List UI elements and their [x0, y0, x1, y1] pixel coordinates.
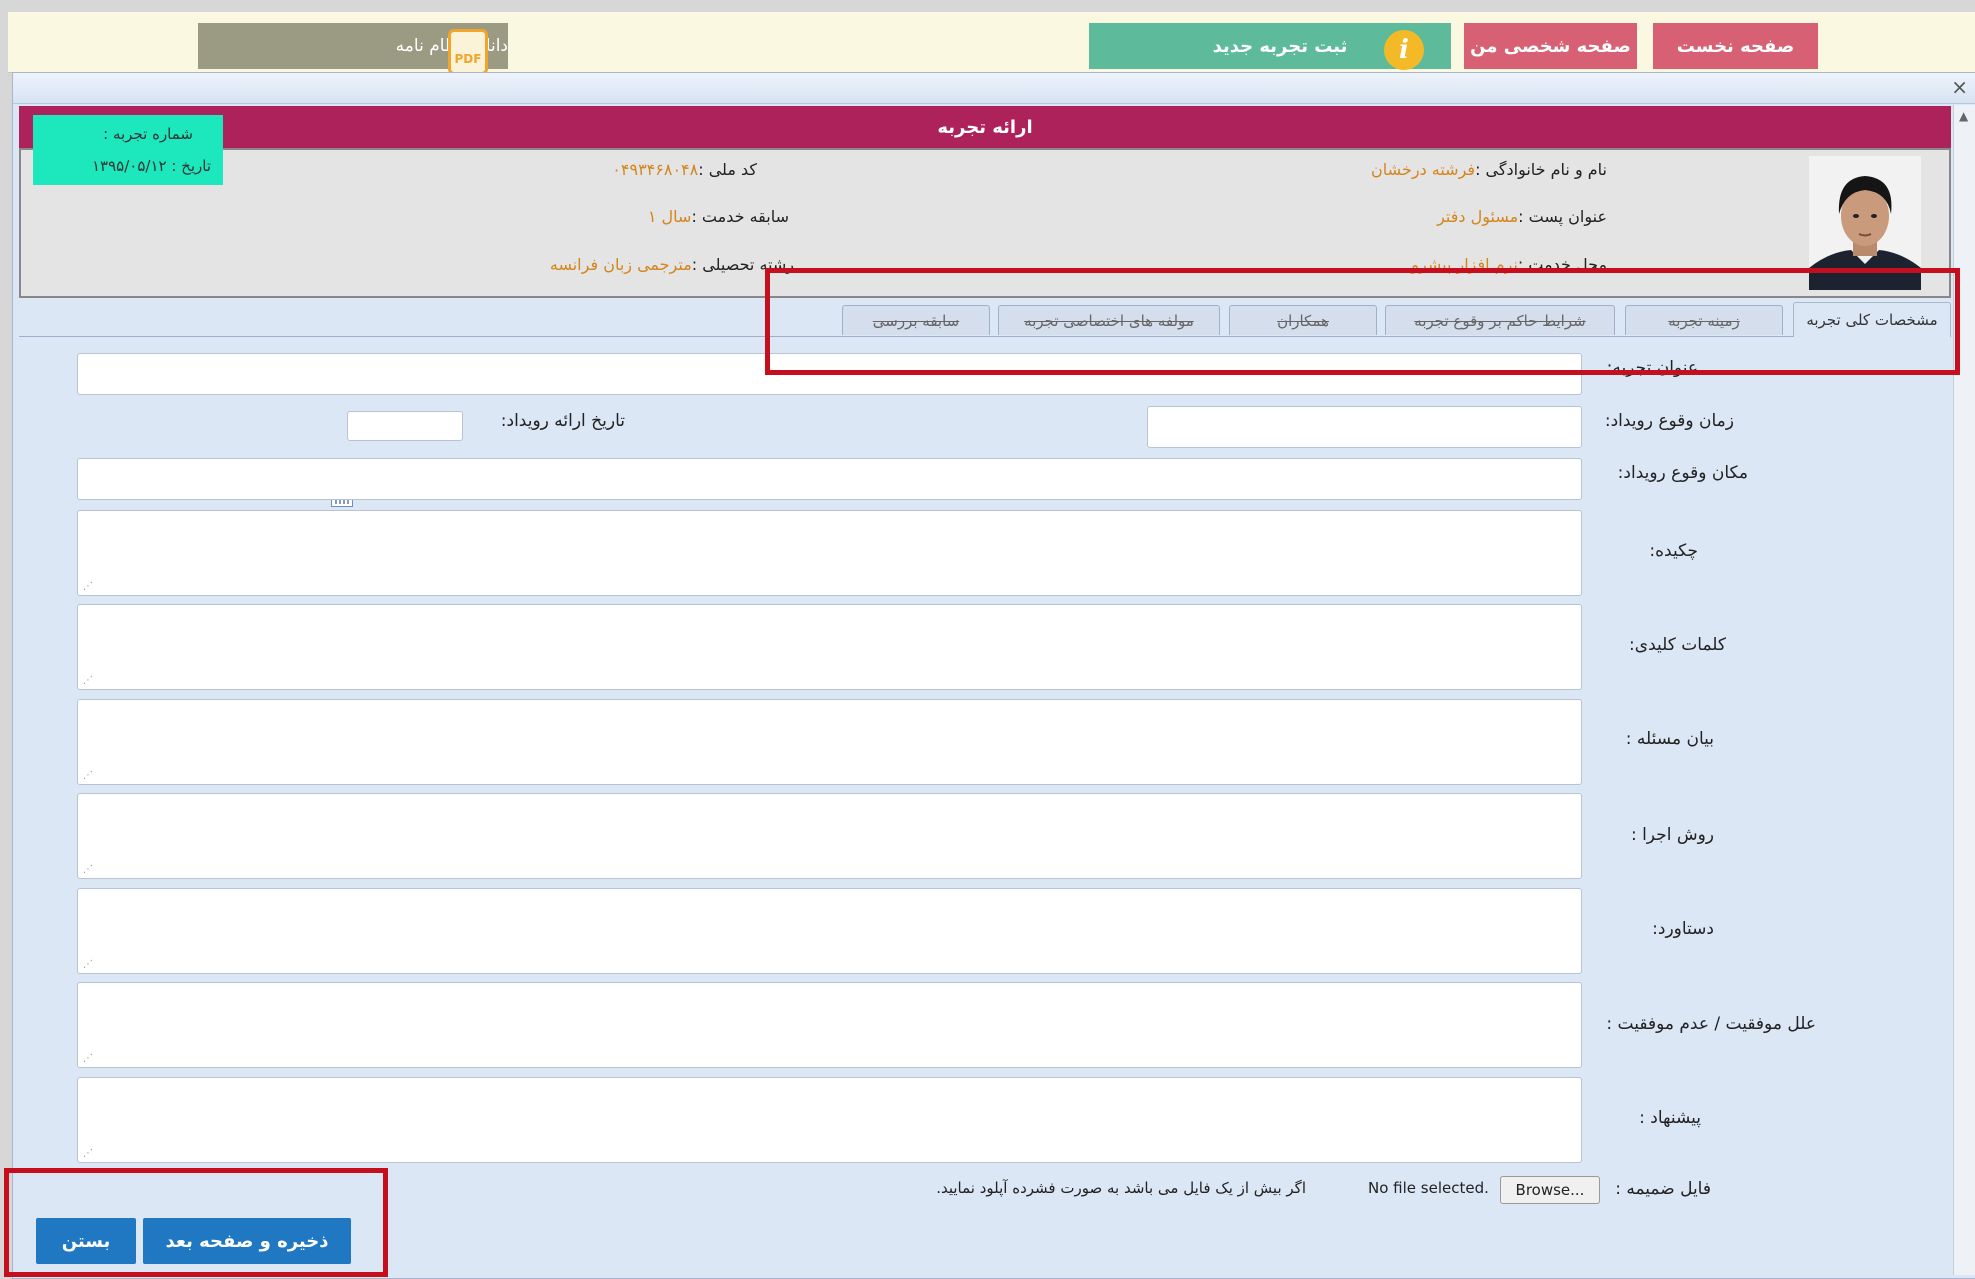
national-id-value: ۰۴۹۳۴۶۸۰۴۸: [612, 160, 699, 179]
resize-grip-icon[interactable]: ⋰: [83, 581, 93, 592]
suggestion-label: پیشنهاد :: [1639, 1108, 1701, 1128]
resize-grip-icon[interactable]: ⋰: [83, 959, 93, 970]
tab-colleagues[interactable]: همکاران: [1229, 305, 1377, 335]
method-textarea[interactable]: [77, 793, 1582, 879]
keywords-textarea[interactable]: [77, 604, 1582, 690]
experience-title-input[interactable]: [77, 353, 1582, 395]
home-page-button[interactable]: صفحه نخست: [1653, 23, 1818, 69]
resize-grip-icon[interactable]: ⋰: [83, 1148, 93, 1159]
position-label: عنوان پست :: [1518, 207, 1607, 226]
problem-statement-textarea[interactable]: [77, 699, 1582, 785]
field-value: مترجمی زبان فرانسه: [549, 255, 692, 274]
resize-grip-icon[interactable]: ⋰: [83, 864, 93, 875]
info-icon[interactable]: i: [1384, 30, 1424, 70]
attachment-hint: اگر بیش از یک فایل می باشد به صورت فشرده…: [936, 1179, 1306, 1197]
suggestion-textarea[interactable]: [77, 1077, 1582, 1163]
service-label: سابقه خدمت :: [691, 207, 789, 226]
dialog-header: ارائه تجربه: [19, 106, 1951, 148]
browse-button[interactable]: Browse...: [1500, 1176, 1600, 1204]
attachment-label: فایل ضمیمه :: [1615, 1179, 1711, 1199]
vertical-scrollbar[interactable]: ▲: [1953, 105, 1975, 1275]
problem-statement-label: بیان مسئله :: [1625, 729, 1714, 749]
present-date-label: تاریخ ارائه رویداد:: [500, 411, 625, 431]
workplace-value: نرم افزار پیشرو: [1411, 255, 1518, 274]
experience-dialog: × ▲ ارائه تجربه شماره تجربه : تاریخ : ۱۳…: [12, 72, 1975, 1279]
service-value: سال ۱: [647, 207, 692, 226]
tab-experience-context[interactable]: زمینه تجربه: [1625, 305, 1783, 335]
position-value: مسئول دفتر: [1437, 207, 1519, 226]
name-value: فرشته درخشان: [1371, 160, 1476, 179]
experience-date: تاریخ : ۱۳۹۵/۰۵/۱۲: [92, 157, 211, 175]
keywords-label: کلمات کلیدی:: [1629, 635, 1726, 655]
avatar: [1809, 156, 1921, 290]
name-info: نام و نام خانوادگی :فرشته درخشان: [1371, 160, 1607, 179]
field-label: رشته تحصیلی :: [691, 255, 794, 274]
experience-number-box: شماره تجربه : تاریخ : ۱۳۹۵/۰۵/۱۲: [33, 115, 223, 185]
resize-grip-icon[interactable]: ⋰: [83, 675, 93, 686]
national-id-info: کد ملی :۰۴۹۳۴۶۸۰۴۸: [612, 160, 757, 179]
abstract-textarea[interactable]: [77, 510, 1582, 596]
scroll-up-arrow-icon[interactable]: ▲: [1959, 109, 1968, 123]
tab-divider: [19, 336, 1793, 337]
tab-general-info[interactable]: مشخصات کلی تجربه: [1793, 302, 1951, 337]
my-profile-button[interactable]: صفحه شخصی من: [1464, 23, 1637, 69]
save-next-button[interactable]: ذخیره و صفحه بعد: [143, 1218, 351, 1264]
national-id-label: کد ملی :: [698, 160, 757, 179]
close-icon[interactable]: ×: [1951, 75, 1968, 99]
event-place-label: مکان وقوع رویداد:: [1617, 463, 1748, 483]
position-info: عنوان پست :مسئول دفتر: [1437, 207, 1607, 226]
tab-review-history[interactable]: سابقه بررسی: [842, 305, 990, 335]
workplace-info: محل خدمت :نرم افزار پیشرو: [1411, 255, 1607, 274]
top-navigation-bar: صفحه نخست صفحه شخصی من ثبت تجربه جدید i …: [8, 12, 1975, 75]
service-info: سابقه خدمت :سال ۱: [648, 207, 789, 226]
tab-bar: مشخصات کلی تجربه زمینه تجربه شرایط حاکم …: [19, 297, 1951, 337]
event-time-label: زمان وقوع رویداد:: [1604, 411, 1734, 431]
dialog-title: ارائه تجربه: [937, 116, 1033, 138]
no-file-selected-text: No file selected.: [1368, 1179, 1489, 1197]
pdf-icon: PDF: [448, 29, 488, 75]
tab-conditions[interactable]: شرایط حاکم بر وقوع تجربه: [1385, 305, 1615, 335]
success-reasons-textarea[interactable]: [77, 982, 1582, 1068]
achievement-label: دستاورد:: [1652, 919, 1714, 939]
event-time-input[interactable]: [1147, 406, 1582, 448]
new-experience-label: ثبت تجربه جدید: [1212, 35, 1348, 57]
tab-specific-components[interactable]: مولفه های اختصاصی تجربه: [998, 305, 1220, 335]
present-date-input[interactable]: [347, 411, 463, 441]
name-label: نام و نام خانوادگی :: [1475, 160, 1607, 179]
workplace-label: محل خدمت :: [1517, 255, 1607, 274]
field-info: رشته تحصیلی :مترجمی زبان فرانسه: [550, 255, 794, 274]
achievement-textarea[interactable]: [77, 888, 1582, 974]
close-button[interactable]: بستن: [36, 1218, 136, 1264]
abstract-label: چکیده:: [1649, 541, 1698, 561]
method-label: روش اجرا :: [1630, 825, 1714, 845]
event-place-input[interactable]: [77, 458, 1582, 500]
success-reasons-label: علل موفقیت / عدم موفقیت :: [1606, 1014, 1816, 1034]
person-info-panel: نام و نام خانوادگی :فرشته درخشان کد ملی …: [19, 148, 1951, 298]
experience-number-label: شماره تجربه :: [103, 125, 193, 143]
dialog-titlebar: ×: [13, 73, 1975, 104]
resize-grip-icon[interactable]: ⋰: [83, 1053, 93, 1064]
resize-grip-icon[interactable]: ⋰: [83, 770, 93, 781]
experience-title-label: عنوان تجربه:: [1606, 358, 1698, 378]
